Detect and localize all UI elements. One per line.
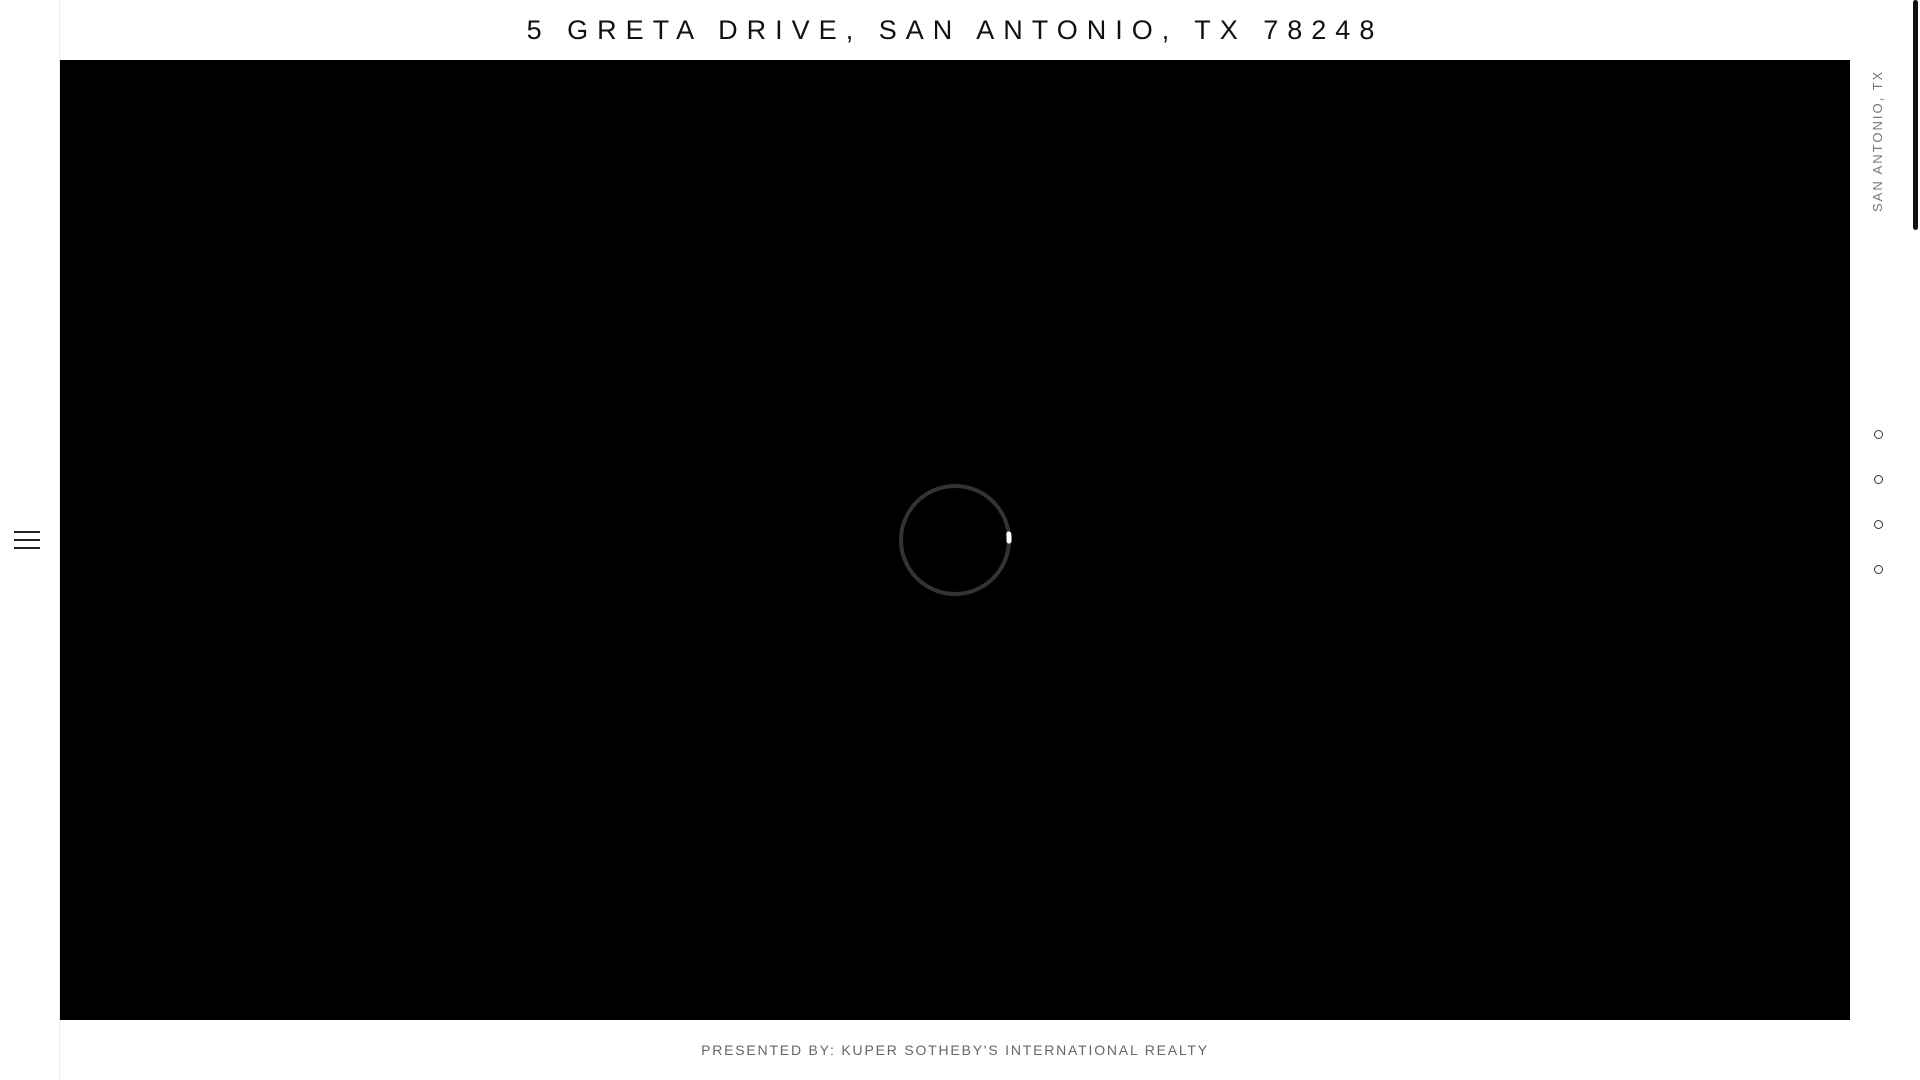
loading-spinner-icon: [898, 483, 1012, 597]
header: 5 GRETA DRIVE, SAN ANTONIO, TX 78248: [60, 0, 1850, 60]
slide-dots: [1874, 430, 1888, 610]
slide-dot-icon[interactable]: [1874, 565, 1883, 574]
page-title: 5 GRETA DRIVE, SAN ANTONIO, TX 78248: [526, 14, 1384, 45]
menu-line: [14, 547, 40, 549]
menu-line: [14, 531, 40, 533]
slide-dot-icon[interactable]: [1874, 520, 1883, 529]
slide-dot-icon[interactable]: [1874, 475, 1883, 484]
loading-spinner-graphic: [899, 484, 1012, 596]
scroll-indicator[interactable]: [1913, 0, 1918, 230]
media-stage[interactable]: [60, 60, 1850, 1020]
hamburger-menu-icon[interactable]: [14, 529, 40, 551]
spinner-track: [899, 484, 1011, 596]
location-label: SAN ANTONIO, TX: [1870, 69, 1885, 212]
slide-dot-icon[interactable]: [1874, 430, 1883, 439]
footer: PRESENTED BY: KUPER SOTHEBY'S INTERNATIO…: [60, 1020, 1850, 1080]
presented-by-text: PRESENTED BY: KUPER SOTHEBY'S INTERNATIO…: [701, 1042, 1209, 1058]
menu-line: [14, 539, 40, 541]
page: 5 GRETA DRIVE, SAN ANTONIO, TX 78248 PRE…: [0, 0, 1920, 1080]
left-rail: [0, 0, 60, 1080]
